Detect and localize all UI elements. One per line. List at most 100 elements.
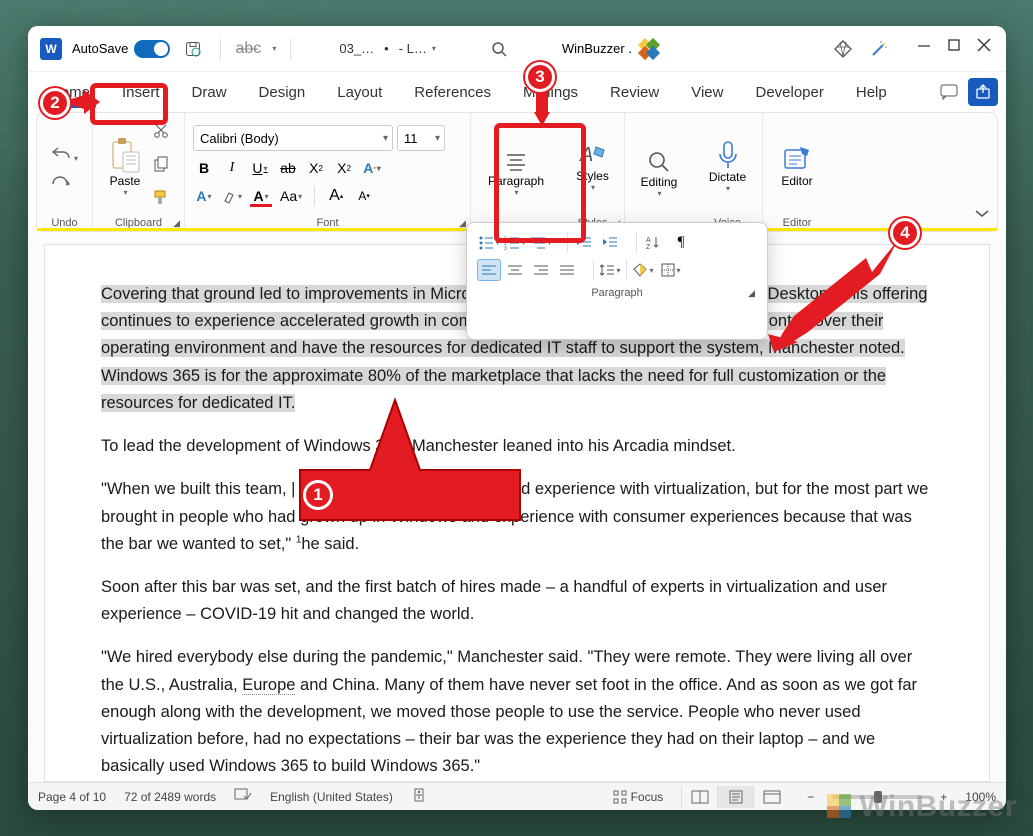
strikethrough-button[interactable]: ab [277,157,299,179]
format-painter-icon[interactable] [153,189,169,210]
zoom-out-icon[interactable]: − [807,790,814,804]
tab-help[interactable]: Help [842,78,901,107]
align-left-icon[interactable] [477,259,501,281]
tab-insert[interactable]: Insert [108,78,174,107]
tab-design[interactable]: Design [245,78,320,107]
paste-button[interactable]: Paste ▾ [101,132,149,201]
font-size-select[interactable]: 11 [397,125,445,151]
accessibility-icon[interactable] [411,788,427,805]
strikethrough-quick-icon[interactable]: abc [235,36,261,62]
tab-developer[interactable]: Developer [741,78,837,107]
bold-button[interactable]: B [193,157,215,179]
chevron-down-icon[interactable]: ▾ [591,183,595,192]
editing-button[interactable]: Editing ▾ [633,117,685,229]
highlight-button[interactable]: ▾ [221,185,244,207]
styles-button[interactable]: A Styles ▾ [569,117,616,215]
justify-icon[interactable] [555,259,579,281]
spellcheck-icon[interactable] [234,788,252,805]
chevron-down-icon[interactable]: ▾ [514,188,518,197]
autosave[interactable]: AutoSave [72,40,170,58]
align-center-icon[interactable] [503,259,527,281]
status-words[interactable]: 72 of 2489 words [124,790,216,804]
chevron-down-icon[interactable]: ▾ [432,44,436,53]
underline-button[interactable]: U▾ [249,157,271,179]
tab-review[interactable]: Review [596,78,673,107]
chevron-down-icon[interactable]: ▾ [657,189,661,198]
styles-icon: A [578,141,608,169]
share-button[interactable] [968,78,998,106]
undo-icon[interactable]: ▾ [51,145,78,166]
editor-button[interactable]: Editor [771,117,823,215]
group-label-clipboard: Clipboard◢ [101,215,176,229]
print-layout-icon[interactable] [717,786,753,808]
change-case-button[interactable]: Aa▾ [278,185,304,207]
font-launcher-icon[interactable]: ◢ [459,218,466,229]
paragraph-icon [503,150,529,174]
close-button[interactable] [978,39,992,58]
status-page[interactable]: Page 4 of 10 [38,790,106,804]
doc-mode-text: - L… [399,41,427,56]
minimize-button[interactable] [918,39,932,58]
read-mode-icon[interactable] [681,786,717,808]
tab-view[interactable]: View [677,78,737,107]
divider [220,39,221,59]
numbering-icon[interactable]: 123▾ [503,231,527,253]
tab-draw[interactable]: Draw [178,78,241,107]
paragraph-text[interactable]: "We hired everybody else during the pand… [101,644,933,780]
increase-indent-icon[interactable] [598,231,622,253]
document-title[interactable]: 03_… • - L… ▾ [339,41,435,56]
paragraph-launcher-icon[interactable]: ◢ [748,288,755,299]
svg-text:A: A [579,144,593,166]
borders-icon[interactable]: ▾ [659,259,683,281]
annotation-number-2: 2 [40,88,70,118]
redo-icon[interactable] [51,174,78,195]
chevron-down-icon[interactable]: ▾ [272,44,276,53]
account[interactable]: WinBuzzer . [562,38,660,60]
cut-icon[interactable] [153,123,169,144]
font-color-style-button[interactable]: A▾ [193,185,215,207]
ribbon-collapse-icon[interactable] [975,205,989,223]
decrease-indent-icon[interactable] [572,231,596,253]
view-mode-buttons [681,786,789,808]
focus-button[interactable]: Focus [613,790,664,804]
search-icon[interactable] [486,36,512,62]
align-right-icon[interactable] [529,259,553,281]
line-spacing-icon[interactable]: ▾ [598,259,622,281]
svg-text:Z: Z [646,244,651,251]
dictate-button[interactable]: Dictate ▾ [701,117,754,215]
bullets-icon[interactable]: ▾ [477,231,501,253]
annotation-number-4: 4 [890,218,920,248]
tab-layout[interactable]: Layout [323,78,396,107]
show-marks-icon[interactable]: ¶ [669,231,693,253]
group-label-undo: Undo [45,215,84,229]
magic-wand-icon[interactable] [866,36,892,62]
annotation-arrow-3 [534,92,550,128]
multilevel-list-icon[interactable]: ▾ [529,231,553,253]
font-color-button[interactable]: A▾ [250,185,272,207]
shading-icon[interactable]: ▾ [631,259,655,281]
tab-references[interactable]: References [400,78,505,107]
comments-button[interactable] [934,78,964,106]
text-effects-button[interactable]: A▪▾ [361,157,383,179]
paragraph-label: Paragraph [488,174,544,188]
grow-font-button[interactable]: A▴ [325,185,347,207]
font-name-select[interactable]: Calibri (Body) [193,125,393,151]
italic-button[interactable]: I [221,157,243,179]
diamond-icon[interactable] [830,36,856,62]
subscript-button[interactable]: X2 [305,157,327,179]
superscript-button[interactable]: X2 [333,157,355,179]
chevron-down-icon[interactable]: ▾ [123,188,127,197]
paragraph-text[interactable]: Soon after this bar was set, and the fir… [101,574,933,628]
maximize-button[interactable] [948,39,962,58]
shrink-font-button[interactable]: A▾ [353,185,375,207]
save-icon[interactable] [180,36,206,62]
paragraph-button[interactable]: Paragraph ▾ [479,117,553,229]
web-layout-icon[interactable] [753,786,789,808]
autosave-toggle-icon[interactable] [134,40,170,58]
autosave-label: AutoSave [72,41,128,56]
group-label-font: Font◢ [193,215,462,229]
chevron-down-icon[interactable]: ▾ [726,184,730,193]
status-language[interactable]: English (United States) [270,790,393,804]
copy-icon[interactable] [153,156,169,177]
sort-icon[interactable]: AZ [641,231,665,253]
